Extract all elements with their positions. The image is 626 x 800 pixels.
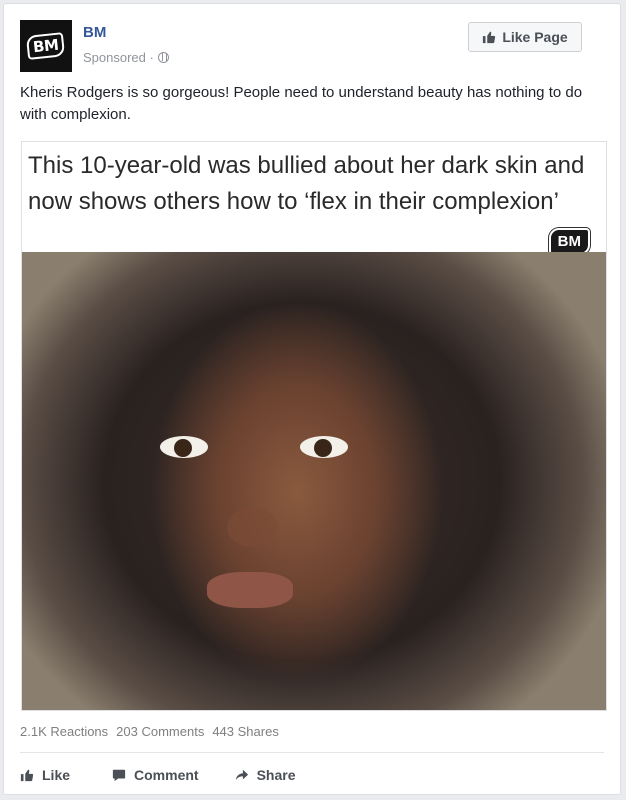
post-text: Kheris Rodgers is so gorgeous! People ne… (20, 84, 583, 123)
like-label: Like (42, 767, 71, 783)
thumbs-up-icon (20, 769, 34, 782)
like-page-label: Like Page (502, 29, 568, 45)
share-label: Share (256, 767, 296, 783)
divider (20, 752, 604, 753)
watermark-logo: BM (548, 228, 590, 255)
share-icon (235, 769, 248, 781)
engagement-stats: 2.1K Reactions 203 Comments 443 Shares (20, 724, 279, 739)
right-eye (300, 436, 348, 458)
portrait-photo (22, 252, 606, 710)
page-logo: BM (26, 32, 66, 60)
post-media[interactable]: This 10-year-old was bullied about her d… (21, 141, 607, 711)
post-card: BM BM Sponsored · Like Page Kheris Rodge… (3, 3, 621, 795)
nose (227, 507, 277, 547)
thumbs-up-icon (483, 31, 496, 44)
post-meta: Sponsored · (83, 50, 169, 65)
left-eye (160, 436, 208, 458)
comments-count[interactable]: 203 Comments (116, 724, 204, 739)
share-button[interactable]: Share (235, 767, 296, 783)
comment-label: Comment (134, 767, 199, 783)
like-button[interactable]: Like (20, 767, 70, 783)
lips (207, 572, 293, 608)
page-name-link[interactable]: BM (83, 24, 106, 41)
action-bar: Like Comment Share (20, 762, 332, 788)
shares-count[interactable]: 443 Shares (212, 724, 279, 739)
like-page-button[interactable]: Like Page (468, 22, 582, 52)
reactions-count[interactable]: 2.1K Reactions (20, 724, 108, 739)
comment-button[interactable]: Comment (112, 767, 199, 783)
comment-icon (112, 769, 126, 782)
globe-icon (157, 52, 169, 63)
media-headline: This 10-year-old was bullied about her d… (28, 152, 585, 215)
page-avatar[interactable]: BM (20, 20, 72, 72)
sponsored-label[interactable]: Sponsored · (83, 50, 154, 65)
